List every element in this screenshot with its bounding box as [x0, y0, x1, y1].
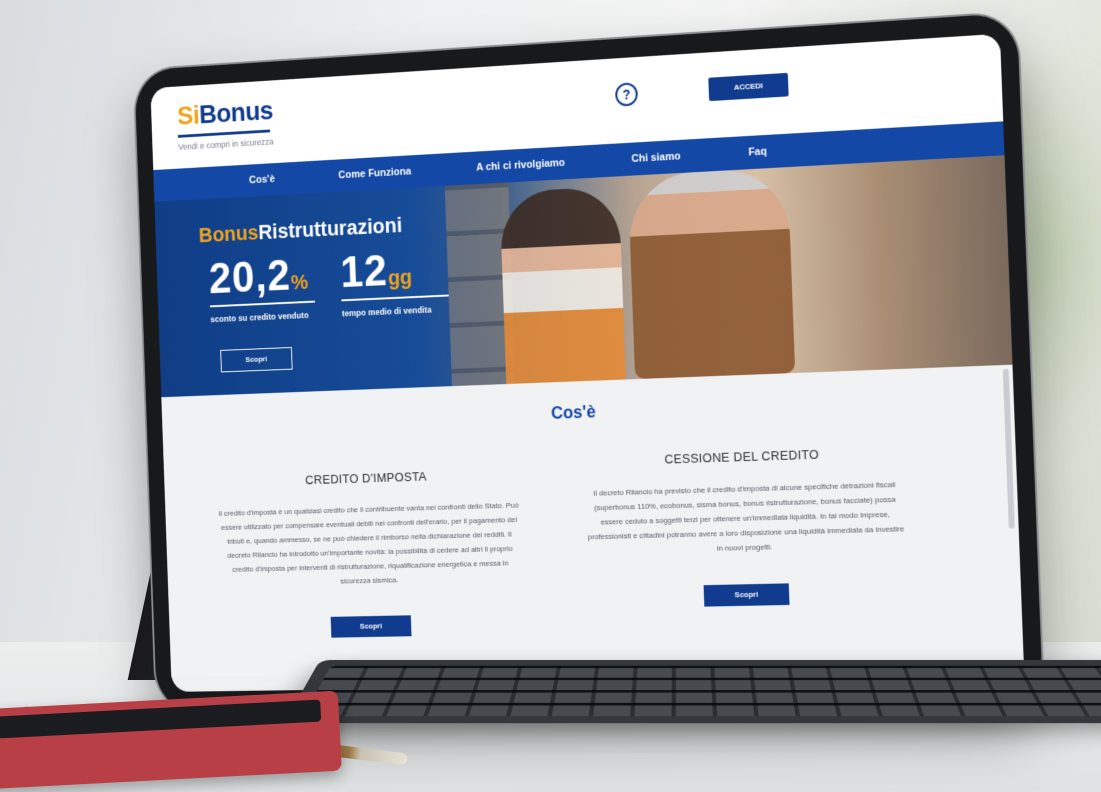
- credito-imposta-scopri-button[interactable]: Scopri: [330, 615, 412, 638]
- credito-imposta-card: CREDITO D'IMPOSTA Il credito d'imposta è…: [216, 466, 525, 639]
- nav-item-faq[interactable]: Faq: [748, 146, 767, 159]
- nav-item-come-funziona[interactable]: Come Funziona: [338, 166, 411, 181]
- stat-time-unit: gg: [387, 264, 413, 290]
- cessione-credito-card: CESSIONE DEL CREDITO Il decreto Rilancio…: [582, 444, 909, 609]
- photo-scene: SiBonus Vendi e compri in sicurezza ? AC…: [0, 0, 1101, 792]
- logo-si: Si: [176, 100, 200, 131]
- hero-scopri-button[interactable]: Scopri: [220, 346, 293, 373]
- sibonus-logo[interactable]: SiBonus: [177, 95, 274, 131]
- cessione-credito-scopri-button[interactable]: Scopri: [703, 583, 790, 607]
- cessione-credito-text: Il decreto Rilancio ha previsto che il c…: [587, 480, 905, 553]
- stat-discount-label: sconto su credito venduto: [210, 310, 309, 325]
- hero-man-image: [627, 167, 796, 380]
- cessione-credito-title: CESSIONE DEL CREDITO: [664, 446, 820, 467]
- tablet-device: SiBonus Vendi e compri in sicurezza ? AC…: [134, 12, 1044, 713]
- help-icon[interactable]: ?: [614, 82, 639, 107]
- tablet-screen: SiBonus Vendi e compri in sicurezza ? AC…: [150, 33, 1025, 692]
- stat-time: 12gg tempo medio di vendita: [339, 241, 449, 318]
- stat-time-value: 12: [339, 245, 389, 297]
- cose-section: Cos'è CREDITO D'IMPOSTA Il credito d'imp…: [161, 364, 1024, 677]
- logo-bonus: Bonus: [198, 95, 274, 130]
- section-title: Cos'è: [550, 401, 596, 423]
- keyboard-keys: [303, 665, 1101, 717]
- logo-underline: [177, 129, 271, 138]
- nav-item-a-chi-ci-rivolgiamo[interactable]: A chi ci rivolgiamo: [476, 157, 565, 173]
- logo-tagline: Vendi e compri in sicurezza: [178, 136, 274, 152]
- stat-discount-value: 20,2: [208, 249, 292, 303]
- credito-imposta-text: Il credito d'imposta è un qualsiasi cred…: [218, 500, 519, 586]
- phone-screen: [0, 699, 322, 739]
- hero-title-bonus: Bonus: [198, 220, 259, 247]
- hero-title-ristrutturazioni: Ristrutturazioni: [257, 212, 403, 244]
- stat-discount: 20,2% sconto su credito venduto: [208, 248, 315, 324]
- hero-woman-image: [499, 186, 627, 394]
- keyboard: [284, 660, 1101, 724]
- nav-item-cose[interactable]: Cos'è: [249, 173, 275, 186]
- hero-title: BonusRistrutturazioni: [198, 213, 402, 248]
- stat-time-label: tempo medio di vendita: [341, 304, 432, 319]
- nav-item-chi-siamo[interactable]: Chi siamo: [631, 151, 680, 165]
- stat-discount-unit: %: [290, 269, 309, 295]
- credito-imposta-title: CREDITO D'IMPOSTA: [304, 469, 427, 488]
- login-button[interactable]: ACCEDI: [708, 72, 789, 102]
